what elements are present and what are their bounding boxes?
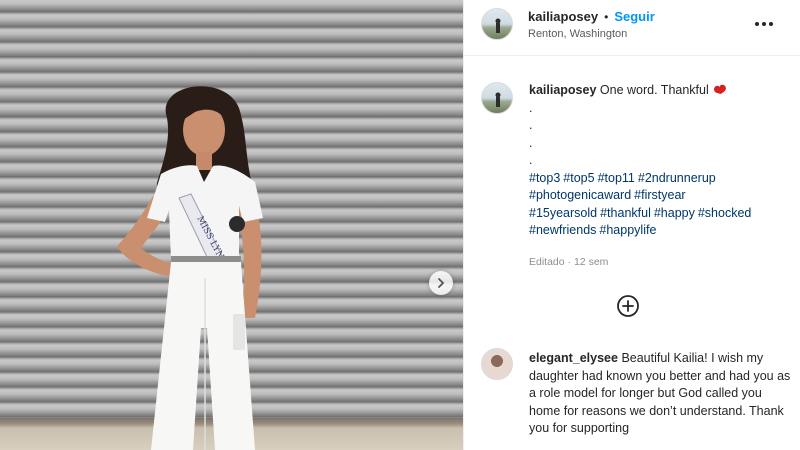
post-time[interactable]: 12 sem <box>574 256 608 268</box>
ellipsis-line: . <box>529 135 533 150</box>
meta-separator: · <box>567 256 572 268</box>
chevron-right-icon <box>438 278 445 288</box>
red-heart-icon <box>714 84 727 94</box>
hashtag-link[interactable]: #firstyear <box>634 188 685 202</box>
more-horizontal-icon <box>755 22 759 26</box>
hashtag-link[interactable]: #thankful <box>600 206 651 220</box>
hashtag-link[interactable]: #2ndrunnerup <box>638 171 716 185</box>
hashtag-link[interactable]: #15yearsold <box>529 206 597 220</box>
hashtag-link[interactable]: #top5 <box>563 171 594 185</box>
caption-username[interactable]: kailiaposey <box>529 83 596 97</box>
hashtag-link[interactable]: #newfriends <box>529 223 596 237</box>
commenter-avatar[interactable] <box>481 348 513 380</box>
hashtag-link[interactable]: #happylife <box>599 223 656 237</box>
post-location[interactable]: Renton, Washington <box>528 28 627 40</box>
caption-avatar[interactable] <box>481 82 513 114</box>
follow-button[interactable]: Seguir <box>614 9 654 24</box>
author-username[interactable]: kailiaposey <box>528 9 598 24</box>
avatar-figure-icon <box>495 92 501 107</box>
ellipsis-line: . <box>529 100 533 115</box>
hashtag-link[interactable]: #shocked <box>698 206 752 220</box>
commenter-username[interactable]: elegant_elysee <box>529 351 618 365</box>
post-meta: Editado · 12 sem <box>529 256 608 268</box>
hashtag-link[interactable]: #top11 <box>598 171 635 185</box>
more-options-button[interactable] <box>752 13 776 35</box>
post-photo[interactable]: MISS LYNDEN <box>0 0 463 450</box>
post-side-panel: kailiaposey • Seguir Renton, Washington … <box>463 0 800 450</box>
hashtag-link[interactable]: #top3 <box>529 171 560 185</box>
edited-label: Editado <box>529 256 565 268</box>
post-header: kailiaposey • Seguir Renton, Washington <box>464 0 800 56</box>
caption-text: One word. Thankful <box>599 83 709 97</box>
ellipsis-line: . <box>529 153 533 167</box>
caption-text-block: kailiaposey One word. Thankful . . . . #… <box>529 82 789 240</box>
hashtag-link[interactable]: #happy <box>654 206 695 220</box>
load-more-comments-button[interactable] <box>616 294 640 318</box>
person-figure: MISS LYNDEN <box>117 86 263 450</box>
hashtag-link[interactable]: #photogenicaward <box>529 188 631 202</box>
author-line: kailiaposey • Seguir <box>528 9 655 24</box>
plus-circle-icon <box>617 295 639 317</box>
carousel-next-button[interactable] <box>429 271 453 295</box>
comment-text-block: elegant_elysee Beautiful Kailia! I wish … <box>529 350 791 438</box>
hashtags: #top3 #top5 #top11 #2ndrunnerup #photogenic… <box>529 170 789 240</box>
avatar-figure-icon <box>495 18 501 33</box>
author-avatar[interactable] <box>481 8 513 40</box>
header-separator: • <box>604 9 609 24</box>
ellipsis-line: . <box>529 118 533 132</box>
